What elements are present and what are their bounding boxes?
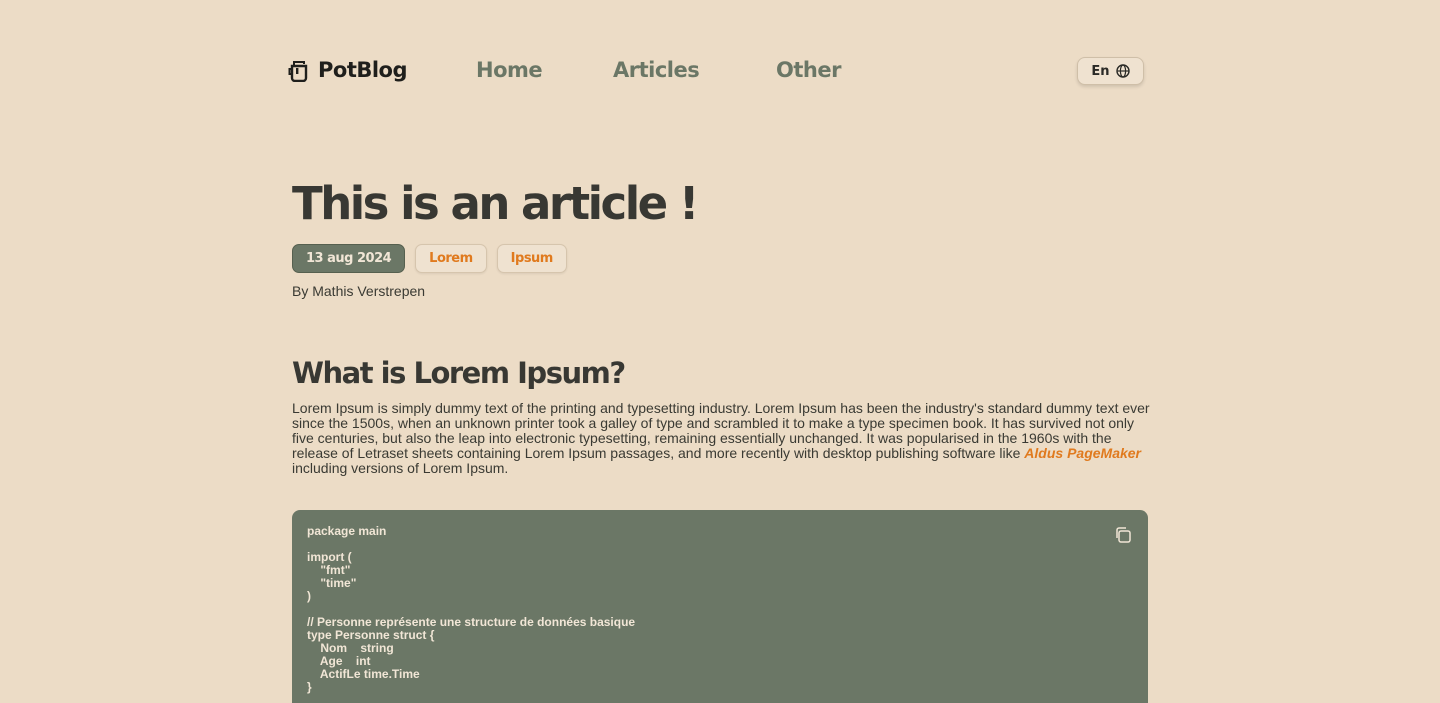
brand-logo[interactable]: PotBlog xyxy=(288,58,408,82)
article-meta-tags: 13 aug 2024 Lorem Ipsum xyxy=(292,244,1148,273)
article: This is an article ! 13 aug 2024 Lorem I… xyxy=(292,177,1150,476)
nav-home-link[interactable]: Home xyxy=(476,58,543,82)
section-heading: What is Lorem Ipsum? xyxy=(292,356,626,390)
brand-name: PotBlog xyxy=(318,58,408,82)
code-content: package main import ( "fmt" "time" ) // … xyxy=(307,524,636,694)
tag-lorem[interactable]: Lorem xyxy=(415,244,487,273)
article-title: This is an article ! xyxy=(292,177,699,230)
language-button[interactable]: En xyxy=(1077,57,1144,85)
tag-ipsum[interactable]: Ipsum xyxy=(496,244,567,273)
paragraph-text-end: including versions of Lorem Ipsum. xyxy=(292,460,509,476)
code-block: package main import ( "fmt" "time" ) // … xyxy=(292,510,1148,703)
date-badge: 13 aug 2024 xyxy=(292,244,406,273)
aldus-pagemaker-link[interactable]: Aldus PageMaker xyxy=(1024,445,1141,461)
pot-icon xyxy=(288,61,308,82)
page: PotBlog Home Articles Other En This is a… xyxy=(0,0,1440,703)
copy-icon[interactable] xyxy=(1114,526,1132,544)
nav-other-link[interactable]: Other xyxy=(776,58,841,82)
language-label: En xyxy=(1091,63,1110,79)
nav-articles-link[interactable]: Articles xyxy=(613,58,700,82)
top-nav: PotBlog Home Articles Other En xyxy=(288,56,1144,88)
article-author: By Mathis Verstrepen xyxy=(292,283,426,299)
paragraph-text-start: Lorem Ipsum is simply dummy text of the … xyxy=(292,400,1150,461)
globe-icon xyxy=(1115,64,1130,78)
section-paragraph: Lorem Ipsum is simply dummy text of the … xyxy=(292,401,1152,476)
